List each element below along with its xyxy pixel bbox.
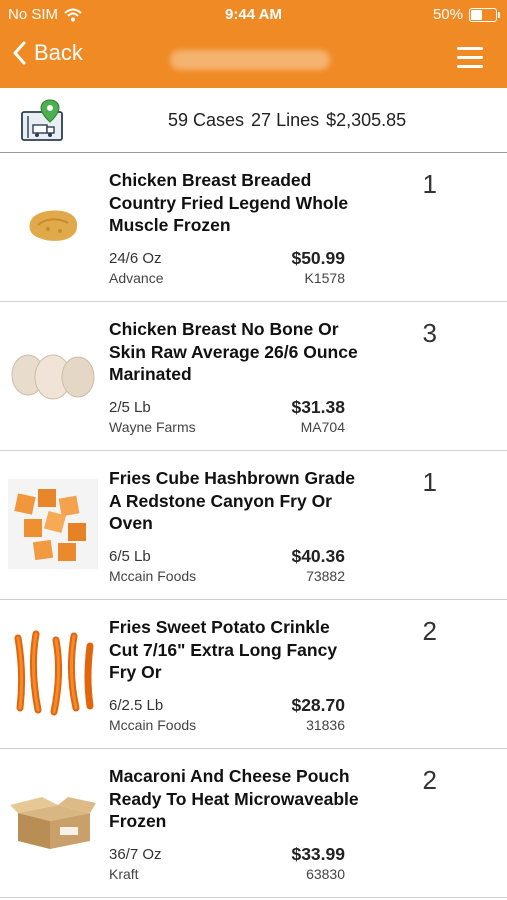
sweet-potato-fries-image: [8, 628, 98, 718]
product-row[interactable]: Macaroni And Cheese Pouch Ready To Heat …: [0, 749, 507, 898]
product-quantity[interactable]: 3: [423, 318, 437, 349]
product-brand: Kraft: [109, 866, 139, 882]
product-pack-size: 6/2.5 Lb: [109, 697, 164, 714]
breaded-chicken-image: [8, 181, 98, 271]
product-price: $33.99: [291, 844, 345, 864]
product-name: Macaroni And Cheese Pouch Ready To Heat …: [109, 766, 359, 831]
back-label: Back: [34, 40, 83, 65]
product-row[interactable]: Fries Sweet Potato Crinkle Cut 7/16" Ext…: [0, 600, 507, 749]
case-box-image: [8, 777, 98, 867]
hamburger-menu-icon[interactable]: [457, 47, 483, 69]
product-price: $28.70: [291, 695, 345, 715]
product-code: K1578: [304, 270, 345, 286]
product-price: $40.36: [291, 546, 345, 566]
product-code: 63830: [306, 866, 345, 882]
product-row[interactable]: Chicken Breast Breaded Country Fried Leg…: [0, 153, 507, 302]
product-brand: Advance: [109, 270, 164, 286]
product-pack-size: 6/5 Lb: [109, 548, 151, 565]
cube-fries-image: [8, 479, 98, 569]
back-button[interactable]: Back: [12, 40, 83, 66]
battery-indicator: 50%: [432, 6, 500, 23]
order-total: $2,305.85: [326, 110, 407, 130]
product-pack-size: 2/5 Lb: [109, 399, 151, 416]
product-code: MA704: [300, 419, 345, 435]
status-time: 9:44 AM: [225, 6, 282, 23]
product-row[interactable]: Chicken Breast No Bone Or Skin Raw Avera…: [0, 302, 507, 451]
product-brand: Mccain Foods: [109, 717, 197, 733]
product-price: $50.99: [291, 248, 345, 268]
product-row[interactable]: Fries Cube Hashbrown Grade A Redstone Ca…: [0, 451, 507, 600]
product-code: 73882: [306, 568, 345, 584]
product-pack-size: 24/6 Oz: [109, 250, 162, 267]
product-name: Chicken Breast No Bone Or Skin Raw Avera…: [109, 319, 358, 384]
product-quantity[interactable]: 2: [423, 765, 437, 796]
product-name: Fries Cube Hashbrown Grade A Redstone Ca…: [109, 468, 356, 533]
product-price: $31.38: [291, 397, 345, 417]
product-list: Chicken Breast Breaded Country Fried Leg…: [0, 153, 507, 898]
product-brand: Mccain Foods: [109, 568, 197, 584]
product-quantity[interactable]: 2: [423, 616, 437, 647]
lines-count: 27 Lines: [251, 110, 320, 130]
product-name: Fries Sweet Potato Crinkle Cut 7/16" Ext…: [109, 617, 338, 682]
route-map-icon[interactable]: [20, 98, 64, 142]
product-quantity[interactable]: 1: [423, 169, 437, 200]
battery-icon: [469, 7, 500, 22]
nav-bar: Back: [0, 30, 507, 88]
order-summary-bar: 59 Cases 27 Lines $2,305.85: [0, 88, 507, 153]
nav-title-blurred: [170, 50, 330, 70]
cases-count: 59 Cases: [168, 110, 245, 130]
product-code: 31836: [306, 717, 345, 733]
product-name: Chicken Breast Breaded Country Fried Leg…: [109, 170, 349, 235]
chevron-left-icon: [13, 41, 26, 65]
product-quantity[interactable]: 1: [423, 467, 437, 498]
product-pack-size: 36/7 Oz: [109, 846, 162, 863]
product-brand: Wayne Farms: [109, 419, 196, 435]
status-bar: No SIM 9:44 AM 50%: [0, 0, 507, 30]
raw-chicken-image: [8, 330, 98, 420]
battery-percent: 50%: [432, 6, 463, 23]
summary-totals: 59 Cases 27 Lines $2,305.85: [168, 110, 406, 131]
app-header: No SIM 9:44 AM 50% Back: [0, 0, 507, 88]
